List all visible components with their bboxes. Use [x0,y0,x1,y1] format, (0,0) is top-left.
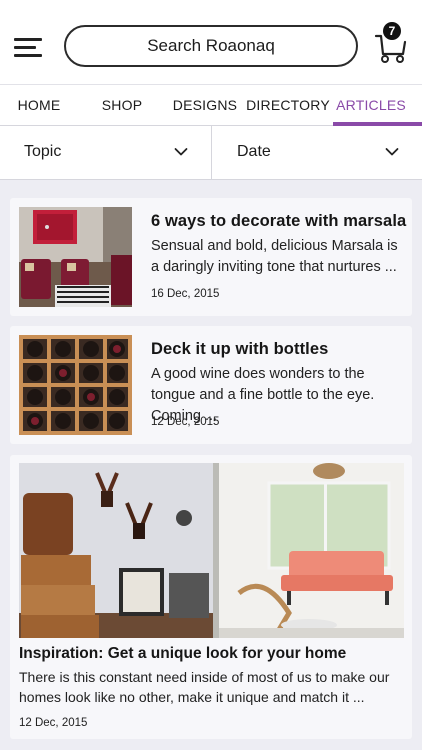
topic-filter-dropdown[interactable]: Topic [0,126,211,179]
featured-article-image [19,463,404,638]
article-thumbnail [19,207,132,307]
date-filter-dropdown[interactable]: Date [212,126,422,179]
hamburger-menu-icon[interactable] [14,38,44,60]
chevron-down-icon [174,148,188,156]
tab-articles[interactable]: ARTICLES [333,85,409,125]
date-filter-label: Date [237,143,271,160]
app-header: Search Roaonaq 7 [0,0,422,84]
article-date: 12 Dec, 2015 [19,717,88,729]
article-excerpt: There is this constant need inside of mo… [19,669,390,705]
article-title: 6 ways to decorate with marsala [151,212,407,230]
filter-bar: Topic Date [0,126,422,180]
tab-directory[interactable]: DIRECTORY [244,85,332,125]
article-title: Deck it up with bottles [151,340,329,358]
article-date: 16 Dec, 2015 [151,288,220,300]
article-excerpt: Sensual and bold, delicious Marsala is a… [151,238,398,275]
tab-home[interactable]: HOME [0,85,78,125]
article-title: Inspiration: Get a unique look for your … [19,645,347,662]
tab-designs[interactable]: DESIGNS [168,85,242,125]
tab-shop[interactable]: SHOP [80,85,164,125]
cart-button[interactable]: 7 [372,20,412,64]
article-card[interactable]: 6 ways to decorate with marsala Sensual … [10,198,412,316]
search-input[interactable]: Search Roaonaq [64,25,358,67]
category-tabs: HOME SHOP DESIGNS DIRECTORY ARTICLES [0,84,422,126]
chevron-down-icon [385,148,399,156]
featured-article-card[interactable]: Inspiration: Get a unique look for your … [10,455,412,739]
topic-filter-label: Topic [24,143,62,160]
article-date: 12 Dec, 2015 [151,416,220,428]
cart-count-badge: 7 [383,22,401,40]
article-thumbnail [19,335,132,435]
article-card[interactable]: Deck it up with bottles A good wine does… [10,326,412,444]
